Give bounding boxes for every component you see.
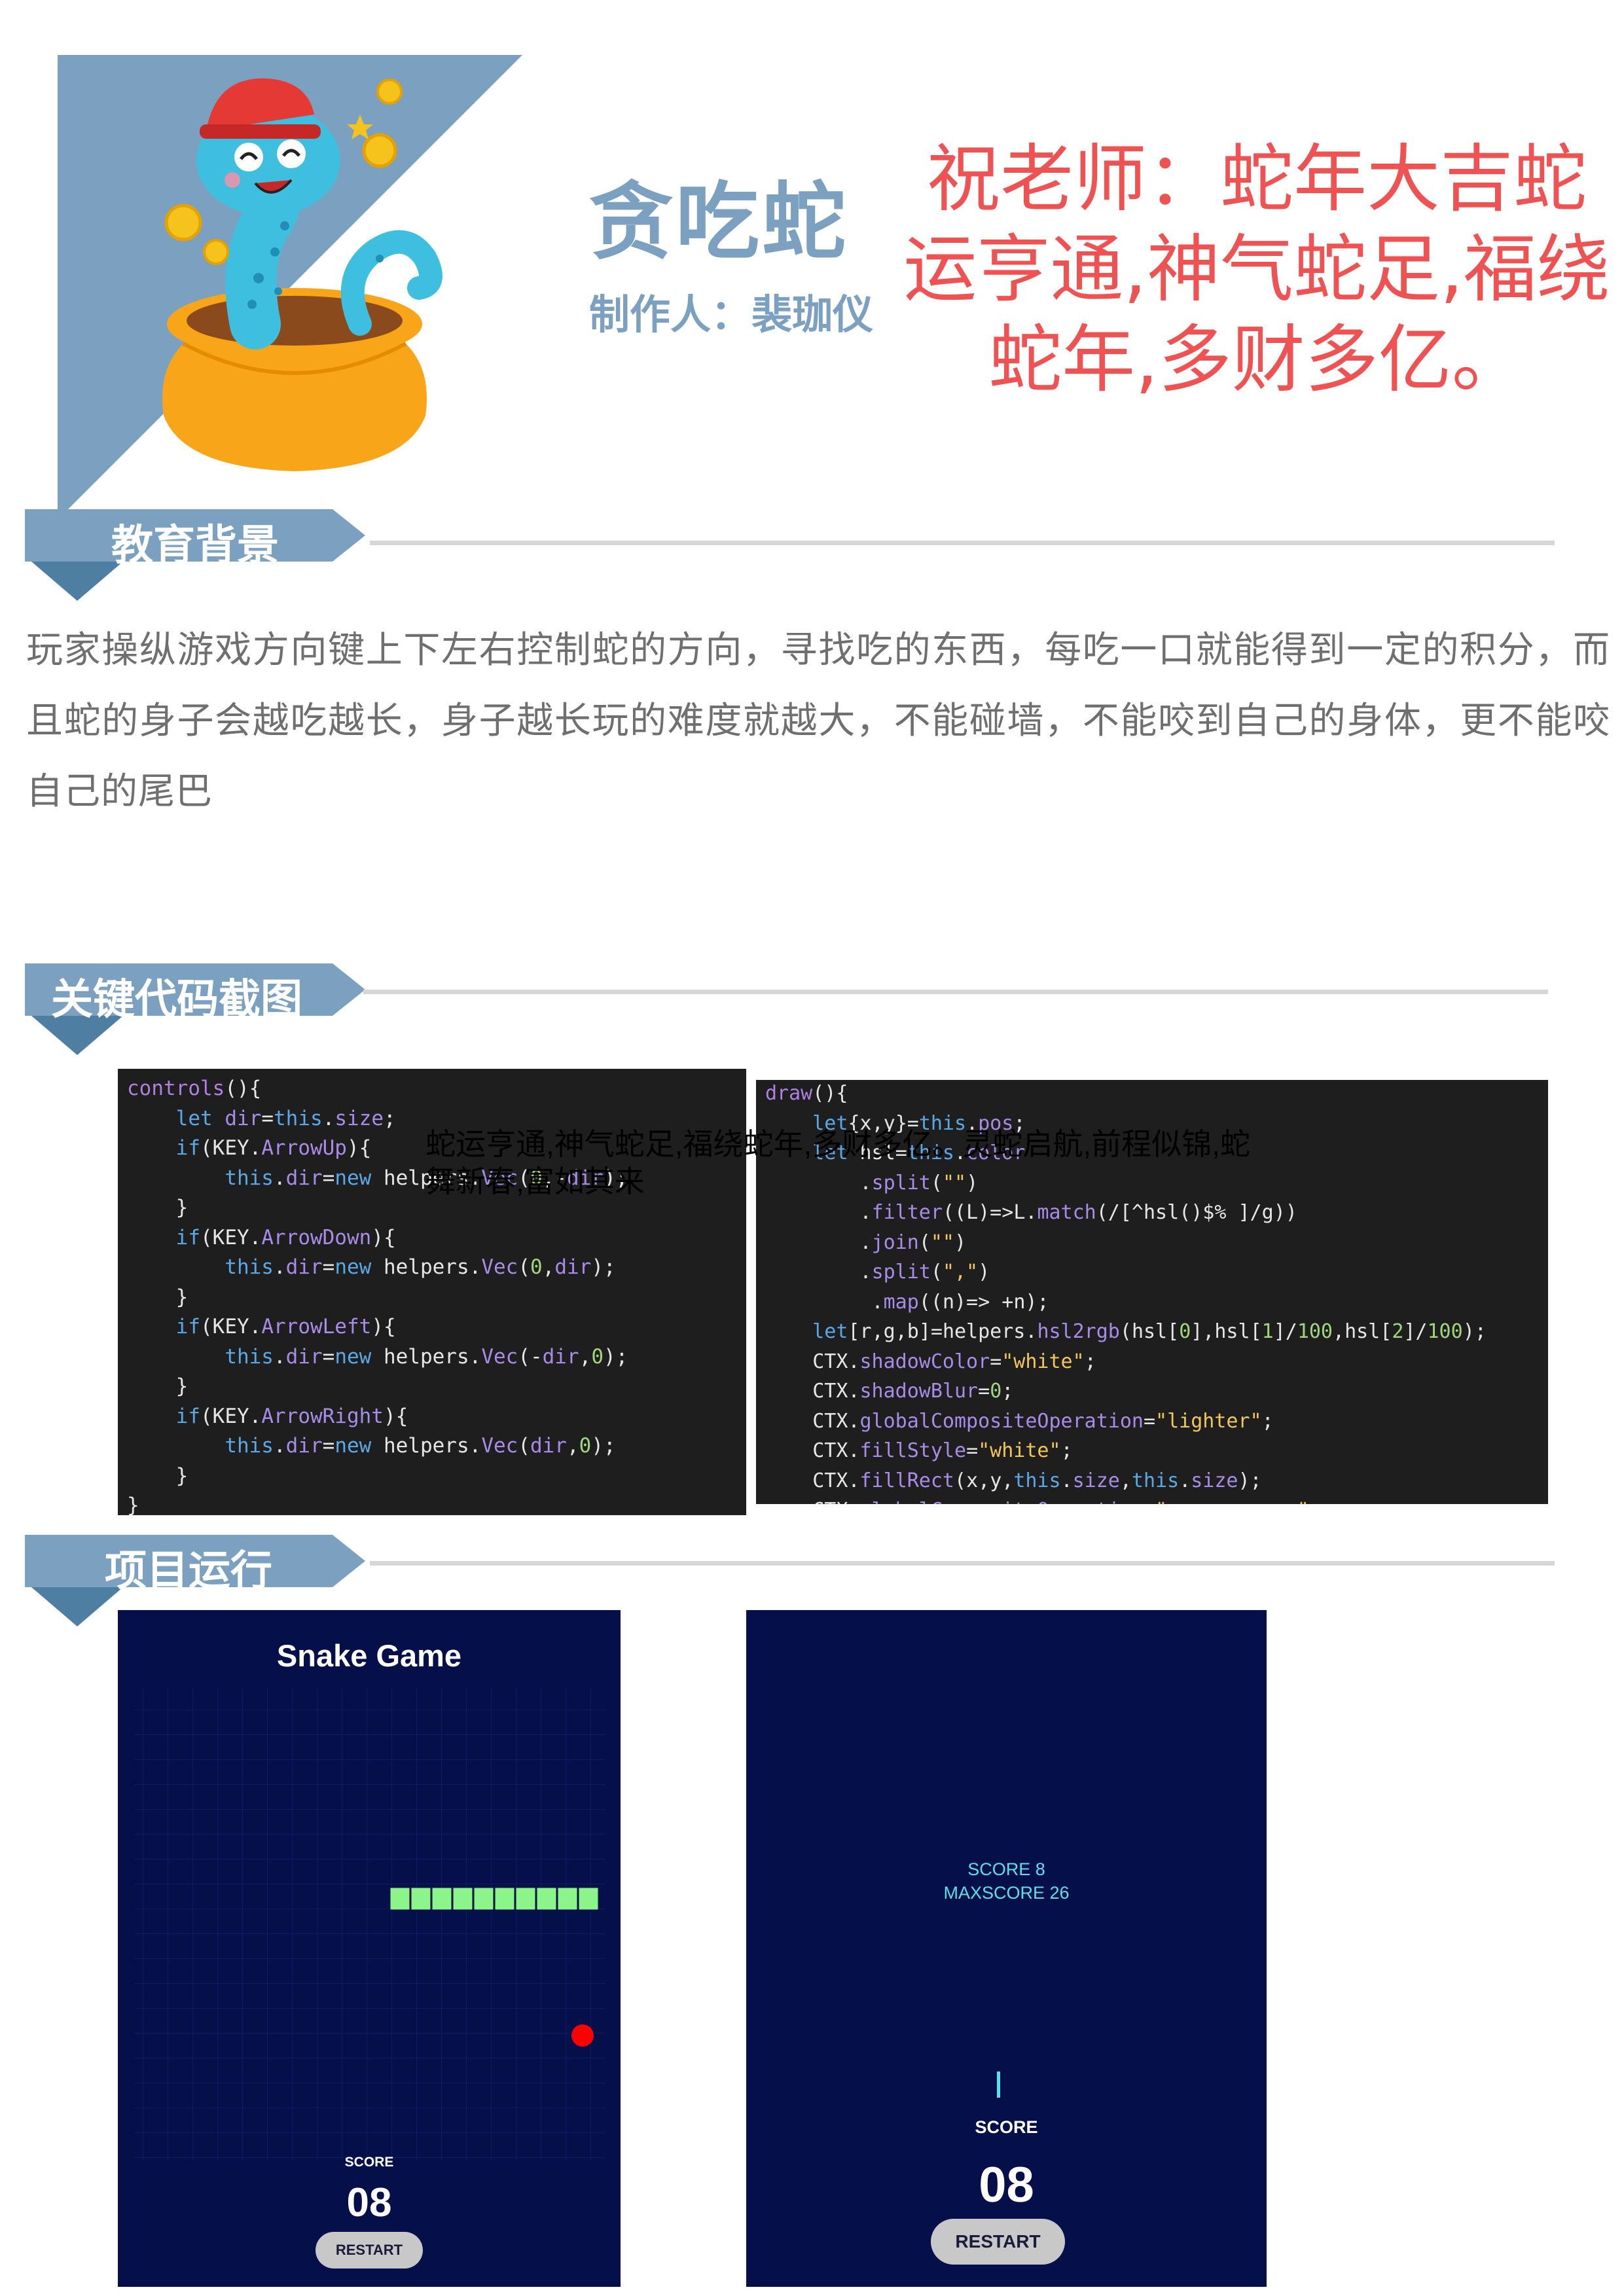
code-line: .join(""): [765, 1230, 967, 1254]
score-label: SCORE: [975, 2117, 1038, 2137]
greeting-line: 蛇年,多财多亿。: [988, 317, 1525, 403]
greeting-text: 祝老师：蛇年大吉蛇 运亨通,神气蛇足,福绕 蛇年,多财多亿。: [890, 134, 1623, 405]
game-title: Snake Game: [276, 1638, 462, 1673]
code-line: if(KEY.ArrowLeft){: [175, 1315, 396, 1338]
game-screenshot-playing: Snake Game SCORE 08 RESTART: [118, 1610, 621, 2287]
code-line: CTX.fillRect(x,y,this.size,this.size);: [812, 1469, 1262, 1492]
overlay-blessing-text: 蛇运亨通,神气蛇足,福绕蛇年,多财多亿。灵蛇启航,前程似锦,蛇舞新春,富如其来: [425, 1127, 1250, 1198]
code-line: }: [127, 1285, 189, 1309]
restart-button[interactable]: RESTART: [931, 2219, 1065, 2265]
code-line: }: [127, 1463, 189, 1488]
code-line: let[r,g,b]=helpers.hsl2rgb(hsl[0],hsl[1]…: [812, 1320, 1487, 1343]
section-title-education: 教育背景: [111, 521, 279, 570]
section-divider: [363, 990, 1548, 994]
education-paragraph: 玩家操纵游戏方向键上下左右控制蛇的方向，寻找吃的东西，每吃一口就能得到一定的积分…: [26, 629, 1610, 813]
code-line: .map((n)=> +n);: [765, 1290, 1049, 1314]
code-line: if(KEY.ArrowRight){: [175, 1404, 408, 1428]
code-line: CTX.shadowColor="white";: [812, 1350, 1096, 1373]
snake-mascot-illustration: [162, 78, 442, 471]
food-dot: [571, 2024, 594, 2047]
code-line: }: [127, 1374, 189, 1398]
restart-button[interactable]: RESTART: [316, 2232, 423, 2269]
section-title-run: 项目运行: [105, 1547, 272, 1596]
greeting-line: 运亨通,神气蛇足,福绕: [903, 227, 1610, 312]
author-line: 制作人：裴珈仪: [589, 291, 874, 338]
code-line: this.dir=new helpers.Vec(dir,0);: [225, 1434, 616, 1458]
code-line: if(KEY.ArrowDown){: [175, 1225, 396, 1249]
code-line: draw(){: [765, 1082, 848, 1105]
page-title: 贪吃蛇: [589, 173, 849, 271]
code-line: CTX.fillStyle="white";: [812, 1439, 1073, 1462]
game-screenshot-gameover: SCORE 8 MAXSCORE 26 SCORE 08 RESTART: [746, 1610, 1267, 2287]
code-line: CTX.shadowBlur=0;: [812, 1380, 1014, 1403]
score-value: 08: [979, 2157, 1034, 2213]
code-line: .split(","): [765, 1261, 990, 1283]
score-label: SCORE: [344, 2155, 394, 2170]
code-line: CTX.globalCompositeOperation="lighter";: [812, 1409, 1274, 1433]
code-line: }: [127, 1494, 139, 1515]
section-divider: [370, 1561, 1555, 1566]
section-divider: [370, 541, 1555, 545]
snake-body: [389, 1887, 599, 1912]
final-score-text: SCORE 8: [967, 1859, 1045, 1879]
section-title-code: 关键代码截图: [51, 975, 302, 1024]
greeting-line: 祝老师：蛇年大吉蛇: [927, 137, 1587, 222]
code-line: this.dir=new helpers.Vec(0,dir);: [225, 1255, 616, 1279]
score-value: 08: [346, 2180, 392, 2225]
code-line: .filter((L)=>L.match(/[^hsl()$% ]/g)): [765, 1201, 1297, 1224]
caret-indicator: [997, 2072, 1000, 2098]
code-line: controls(){: [127, 1077, 262, 1100]
max-score-text: MAXSCORE 26: [943, 1883, 1070, 1903]
code-line: this.dir=new helpers.Vec(-dir,0);: [225, 1344, 628, 1369]
code-line: CTX.globalCompositeOperation="source-ove…: [765, 1497, 1548, 1504]
